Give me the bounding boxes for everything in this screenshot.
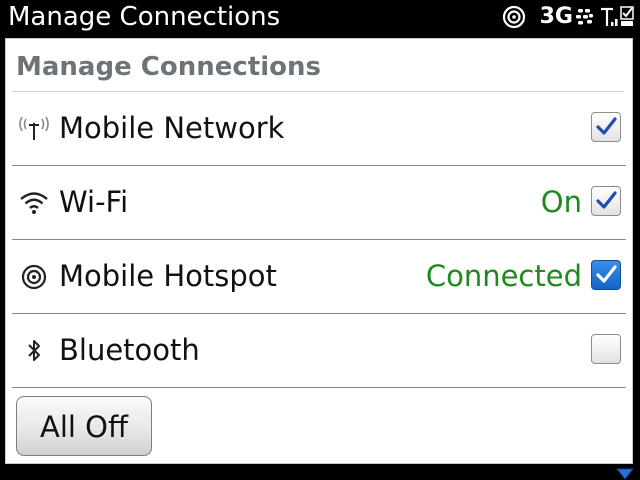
connection-label: Bluetooth [59,333,200,367]
connection-row-bluetooth[interactable]: Bluetooth [12,314,626,388]
checkmark-icon [620,6,634,26]
mobile-network-checkbox[interactable] [591,112,621,142]
connection-label: Wi-Fi [59,185,129,219]
connections-panel: Manage Connections Mobile Network Wi-Fi … [5,38,633,464]
connection-row-mobile-network[interactable]: Mobile Network [12,92,626,166]
connection-status: On [540,185,582,219]
connection-label: Mobile Network [59,111,285,145]
hotspot-icon [502,5,525,29]
all-off-button[interactable]: All Off [16,396,152,456]
checkmark-icon [596,117,617,135]
wifi-icon [20,192,48,214]
network-type-label: 3G [539,4,573,29]
connection-label: Mobile Hotspot [59,259,277,293]
scroll-down-arrow-icon[interactable] [616,468,634,480]
status-bar: Manage Connections 3G [0,0,640,34]
hotspot-icon [21,264,47,290]
checkmark-icon [596,265,617,283]
connection-row-mobile-hotspot[interactable]: Mobile Hotspot Connected [12,240,626,314]
wifi-checkbox[interactable] [591,186,621,216]
blackberry-logo-icon [576,9,593,25]
screen: Manage Connections 3G Manage Connections… [0,0,640,480]
signal-bars-icon [601,7,618,26]
antenna-icon [19,116,49,140]
connection-status: Connected [425,259,582,293]
connection-row-wifi[interactable]: Wi-Fi On [12,166,626,240]
bluetooth-icon [28,340,40,361]
panel-title: Manage Connections [16,52,321,82]
status-icons: 3G [502,0,634,34]
checkmark-icon [596,191,617,209]
bluetooth-checkbox[interactable] [591,334,621,364]
app-title: Manage Connections [8,2,281,32]
mobile-hotspot-checkbox[interactable] [591,260,621,290]
